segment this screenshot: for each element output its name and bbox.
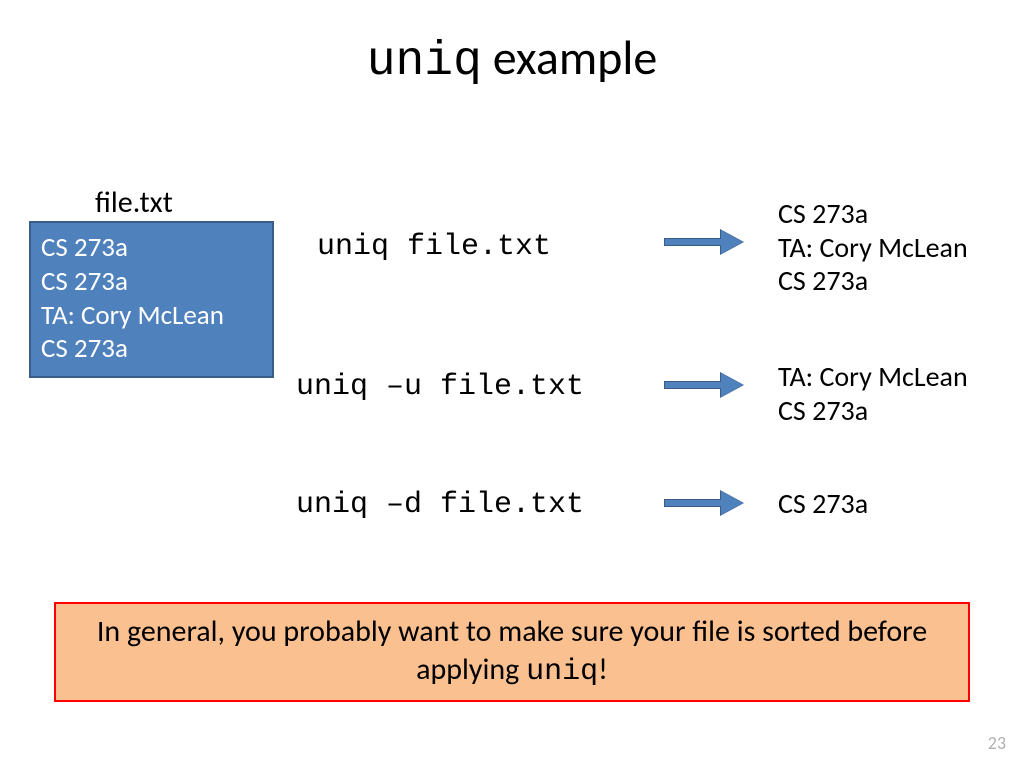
command-1: uniq file.txt bbox=[317, 230, 551, 264]
output-line: CS 273a bbox=[778, 487, 868, 521]
arrow-icon bbox=[664, 373, 746, 397]
slide-title: uniq example bbox=[0, 28, 1024, 89]
output-1: CS 273a TA: Cory McLean CS 273a bbox=[778, 197, 968, 298]
title-text: example bbox=[482, 28, 657, 87]
output-line: TA: Cory McLean bbox=[778, 231, 968, 265]
title-command: uniq bbox=[367, 35, 482, 89]
file-line: CS 273a bbox=[41, 231, 264, 265]
output-line: TA: Cory McLean bbox=[778, 360, 968, 394]
file-line: CS 273a bbox=[41, 265, 264, 299]
arrow-icon bbox=[664, 230, 746, 254]
note-text: In general, you probably want to make su… bbox=[76, 613, 948, 691]
file-line: TA: Cory McLean bbox=[41, 299, 264, 333]
note-box: In general, you probably want to make su… bbox=[54, 602, 970, 702]
output-line: CS 273a bbox=[778, 197, 968, 231]
file-contents-box: CS 273a CS 273a TA: Cory McLean CS 273a bbox=[29, 221, 274, 378]
file-label: file.txt bbox=[95, 184, 173, 221]
file-line: CS 273a bbox=[41, 332, 264, 366]
command-2: uniq –u file.txt bbox=[296, 370, 584, 404]
output-line: CS 273a bbox=[778, 264, 968, 298]
page-number: 23 bbox=[988, 732, 1006, 754]
note-command: uniq bbox=[526, 655, 598, 689]
output-line: CS 273a bbox=[778, 394, 968, 428]
arrow-icon bbox=[664, 491, 746, 515]
output-3: CS 273a bbox=[778, 487, 868, 521]
command-3: uniq –d file.txt bbox=[296, 488, 584, 522]
output-2: TA: Cory McLean CS 273a bbox=[778, 360, 968, 427]
